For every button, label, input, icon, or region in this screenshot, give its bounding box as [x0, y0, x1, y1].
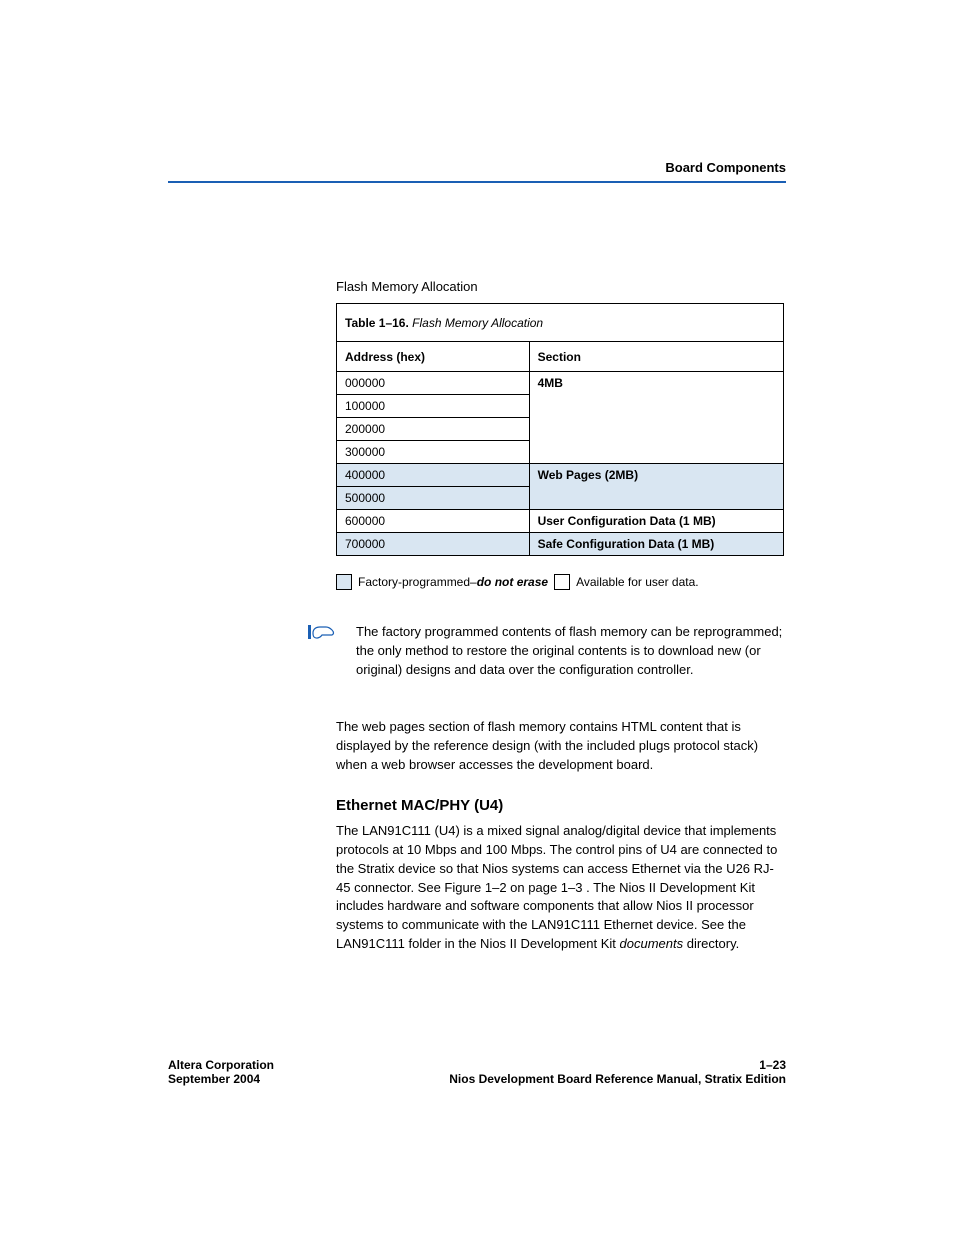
cell-address: 300000: [337, 441, 529, 464]
pointing-hand-icon: [308, 623, 336, 641]
cell-address: 600000: [337, 510, 529, 533]
sect-ital: documents: [620, 936, 684, 951]
th-address: Address (hex): [337, 342, 529, 372]
cell-address: 700000: [337, 533, 529, 556]
footer-page-number: 1–23: [759, 1058, 786, 1072]
cell-section: [529, 487, 783, 510]
body-paragraph: The web pages section of flash memory co…: [336, 718, 786, 775]
sect-p3: directory.: [687, 936, 740, 951]
cell-address: 400000: [337, 464, 529, 487]
cell-section: 4MB: [529, 372, 783, 395]
footer-manual-title: Nios Development Board Reference Manual,…: [449, 1072, 786, 1086]
table-row: 600000User Configuration Data (1 MB): [337, 510, 783, 533]
legend-swatch-available: [554, 574, 570, 590]
cell-address: 000000: [337, 372, 529, 395]
legend-swatch-factory: [336, 574, 352, 590]
running-header: Board Components: [168, 160, 786, 183]
table-caption-title: Flash Memory Allocation: [412, 316, 543, 330]
ethernet-heading: Ethernet MAC/PHY (U4): [336, 797, 503, 814]
note-text: The factory programmed contents of flash…: [356, 623, 786, 680]
table-row: 700000Safe Configuration Data (1 MB): [337, 533, 783, 556]
table-legend: Factory-programmed–do not erase Availabl…: [336, 574, 699, 590]
table-row: 0000004MB: [337, 372, 783, 395]
cell-section: Safe Configuration Data (1 MB): [529, 533, 783, 556]
legend-factory-bold: do not erase: [477, 575, 548, 589]
table-caption-number: Table 1–16.: [345, 316, 409, 330]
cell-address: 100000: [337, 395, 529, 418]
cell-section: User Configuration Data (1 MB): [529, 510, 783, 533]
cell-section: [529, 418, 783, 441]
header-title: Board Components: [168, 160, 786, 175]
cell-section: [529, 395, 783, 418]
cell-address: 200000: [337, 418, 529, 441]
header-rule: [168, 181, 786, 183]
footer-date: September 2004: [168, 1072, 260, 1086]
th-section: Section: [529, 342, 783, 372]
page-footer: Altera Corporation 1–23 September 2004 N…: [168, 1058, 786, 1086]
ethernet-paragraph: The LAN91C111 (U4) is a mixed signal ana…: [336, 822, 786, 954]
footer-company: Altera Corporation: [168, 1058, 274, 1072]
flash-allocation-table: Table 1–16. Flash Memory Allocation Addr…: [336, 303, 784, 556]
table-caption: Table 1–16. Flash Memory Allocation: [337, 304, 783, 342]
note-row: The factory programmed contents of flash…: [308, 623, 786, 680]
table-row: 300000: [337, 441, 783, 464]
lead-text: Flash Memory Allocation: [336, 279, 478, 294]
legend-text-factory: Factory-programmed–do not erase: [358, 575, 548, 589]
table-row: 500000: [337, 487, 783, 510]
table-row: 400000Web Pages (2MB): [337, 464, 783, 487]
table-row: 200000: [337, 418, 783, 441]
sect-xref[interactable]: Figure 1–2 on page 1–3: [444, 880, 582, 895]
cell-section: [529, 441, 783, 464]
table-row: 100000: [337, 395, 783, 418]
cell-address: 500000: [337, 487, 529, 510]
cell-section: Web Pages (2MB): [529, 464, 783, 487]
legend-text-available: Available for user data.: [576, 575, 699, 589]
legend-factory-prefix: Factory-programmed–: [358, 575, 477, 589]
